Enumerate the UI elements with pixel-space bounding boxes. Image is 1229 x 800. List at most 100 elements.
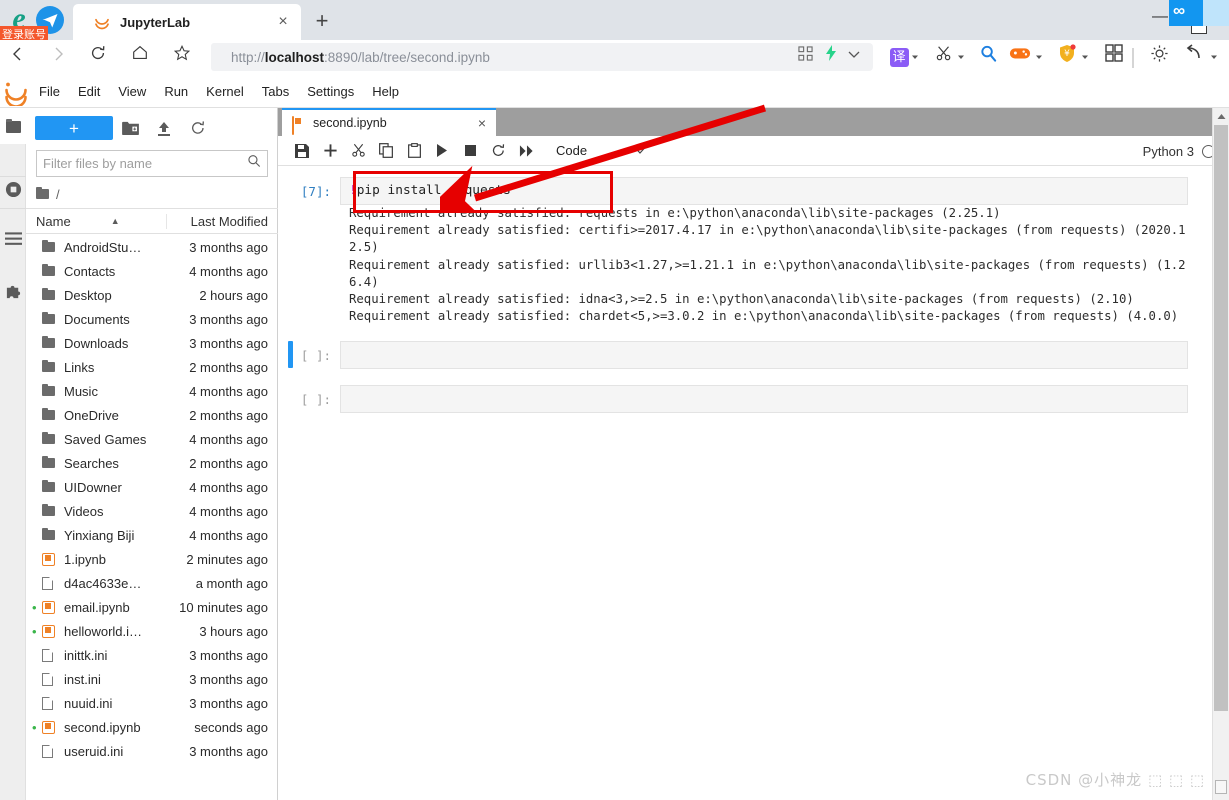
notebook-cell[interactable]: [ ]: xyxy=(278,385,1212,414)
file-list-item[interactable]: Documents 3 months ago xyxy=(26,307,278,331)
chevron-down-icon xyxy=(634,144,646,158)
column-header-name[interactable]: Name ▲ xyxy=(26,214,166,229)
extension-puzzle-icon[interactable] xyxy=(0,274,26,308)
csdn-watermark: CSDN @小神龙 ⬚ ⬚ ⬚ xyxy=(1025,771,1205,789)
gamepad-icon[interactable] xyxy=(1006,44,1034,70)
file-list-item[interactable]: OneDrive 2 months ago xyxy=(26,403,278,427)
cell-editor[interactable] xyxy=(340,341,1188,370)
column-header-modified[interactable]: Last Modified xyxy=(166,213,278,229)
save-icon[interactable] xyxy=(288,138,316,164)
paste-icon[interactable] xyxy=(400,138,428,164)
menu-run[interactable]: Run xyxy=(155,80,197,104)
folder-icon[interactable] xyxy=(0,110,26,144)
nav-back-button[interactable] xyxy=(4,44,32,72)
menu-kernel[interactable]: Kernel xyxy=(197,80,253,104)
undo-icon[interactable] xyxy=(1180,44,1206,70)
browser-tab-jupyterlab[interactable]: JupyterLab × xyxy=(73,4,301,40)
folder-icon xyxy=(42,263,62,276)
browser-overlay-badge[interactable]: ∞ xyxy=(1169,0,1229,34)
file-list[interactable]: AndroidStu… 3 months ago Contacts 4 months … xyxy=(26,235,278,800)
browser-tab-close-icon[interactable]: × xyxy=(273,12,293,32)
notebook-cell[interactable]: [ ]: xyxy=(278,341,1212,370)
filter-files-box[interactable] xyxy=(36,150,268,177)
file-list-item[interactable]: Desktop 2 hours ago xyxy=(26,283,278,307)
cut-icon[interactable] xyxy=(344,138,372,164)
table-of-contents-icon[interactable] xyxy=(0,222,26,256)
file-list-item[interactable]: inst.ini 3 months ago xyxy=(26,667,278,691)
notebook-cells-container[interactable]: [7]: !pip install requests Requirement a… xyxy=(278,167,1212,800)
new-folder-icon[interactable] xyxy=(113,115,147,141)
menu-help[interactable]: Help xyxy=(363,80,408,104)
menu-view[interactable]: View xyxy=(109,80,155,104)
refresh-icon[interactable] xyxy=(181,115,215,141)
brightness-icon[interactable] xyxy=(1146,44,1172,70)
menu-edit[interactable]: Edit xyxy=(69,80,109,104)
insert-cell-icon[interactable] xyxy=(316,138,344,164)
run-icon[interactable] xyxy=(428,138,456,164)
running-terminals-icon[interactable] xyxy=(0,172,26,206)
cell-editor[interactable]: !pip install requests xyxy=(340,177,1188,205)
file-list-item[interactable]: useruid.ini 3 months ago xyxy=(26,739,278,763)
apps-grid-icon[interactable] xyxy=(1101,44,1127,70)
scissors-icon[interactable] xyxy=(932,44,956,70)
shield-icon[interactable]: ¥ xyxy=(1055,44,1079,70)
file-list-item[interactable]: Contacts 4 months ago xyxy=(26,259,278,283)
file-list-item[interactable]: Searches 2 months ago xyxy=(26,451,278,475)
file-list-item[interactable]: Downloads 3 months ago xyxy=(26,331,278,355)
restart-run-all-icon[interactable] xyxy=(512,138,540,164)
copy-icon[interactable] xyxy=(372,138,400,164)
file-modified: 3 months ago xyxy=(189,695,268,711)
notebook-cell[interactable]: [7]: !pip install requests xyxy=(278,177,1212,205)
filter-files-input[interactable] xyxy=(43,156,247,171)
notebook-vertical-scrollbar[interactable] xyxy=(1212,108,1229,800)
file-list-item[interactable]: Music 4 months ago xyxy=(26,379,278,403)
file-list-item[interactable]: nuuid.ini 3 months ago xyxy=(26,691,278,715)
gamepad-caret-icon[interactable] xyxy=(1032,44,1046,70)
restart-icon[interactable] xyxy=(484,138,512,164)
lightning-icon[interactable] xyxy=(820,44,842,70)
file-list-item[interactable]: • email.ipynb 10 minutes ago xyxy=(26,595,278,619)
window-minimize-button[interactable]: — xyxy=(1149,9,1171,30)
nav-forward-button[interactable] xyxy=(44,44,72,72)
file-list-item[interactable]: AndroidStu… 3 months ago xyxy=(26,235,278,259)
magnifier-icon[interactable] xyxy=(976,44,1000,70)
new-tab-button[interactable]: + xyxy=(310,10,334,34)
upload-icon[interactable] xyxy=(147,115,181,141)
menu-file[interactable]: File xyxy=(30,80,69,104)
notebook-tab-close-icon[interactable]: × xyxy=(474,115,490,131)
qr-grid-icon[interactable] xyxy=(793,44,817,70)
file-list-item[interactable]: Links 2 months ago xyxy=(26,355,278,379)
chevron-down-icon[interactable] xyxy=(843,44,865,70)
undo-caret-icon[interactable] xyxy=(1207,44,1221,70)
translate-caret-icon[interactable] xyxy=(908,44,922,70)
file-list-item[interactable]: Yinxiang Biji 4 months ago xyxy=(26,523,278,547)
nav-bookmark-star-icon[interactable] xyxy=(168,44,196,72)
breadcrumb[interactable]: / xyxy=(36,182,268,206)
cell-editor[interactable] xyxy=(340,385,1188,414)
file-modified: 3 months ago xyxy=(189,239,268,255)
menu-settings[interactable]: Settings xyxy=(298,80,363,104)
file-list-item[interactable]: d4ac4633e… a month ago xyxy=(26,571,278,595)
file-list-item[interactable]: • second.ipynb seconds ago xyxy=(26,715,278,739)
scroll-up-arrow-icon[interactable] xyxy=(1213,108,1229,124)
nav-reload-button[interactable] xyxy=(84,44,112,72)
file-list-item[interactable]: • helloworld.i… 3 hours ago xyxy=(26,619,278,643)
file-list-item[interactable]: UIDowner 4 months ago xyxy=(26,475,278,499)
menu-tabs[interactable]: Tabs xyxy=(253,80,298,104)
kernel-status[interactable]: Python 3 xyxy=(1143,136,1215,166)
file-list-item[interactable]: 1.ipynb 2 minutes ago xyxy=(26,547,278,571)
shield-caret-icon[interactable] xyxy=(1078,44,1092,70)
file-list-item[interactable]: Videos 4 months ago xyxy=(26,499,278,523)
file-list-item[interactable]: inittk.ini 3 months ago xyxy=(26,643,278,667)
nav-home-button[interactable] xyxy=(126,44,154,72)
notebook-tab-second[interactable]: second.ipynb × xyxy=(282,108,496,136)
cell-type-select[interactable]: Code xyxy=(556,143,646,158)
file-list-item[interactable]: Saved Games 4 months ago xyxy=(26,427,278,451)
scrollbar-bottom-box[interactable] xyxy=(1215,780,1227,794)
breadcrumb-root[interactable]: / xyxy=(56,187,60,202)
scrollbar-thumb[interactable] xyxy=(1214,125,1228,711)
scissors-caret-icon[interactable] xyxy=(954,44,968,70)
stop-icon[interactable] xyxy=(456,138,484,164)
url-bar[interactable]: http://localhost:8890/lab/tree/second.ip… xyxy=(211,43,862,71)
new-launcher-button[interactable]: + xyxy=(35,116,113,140)
